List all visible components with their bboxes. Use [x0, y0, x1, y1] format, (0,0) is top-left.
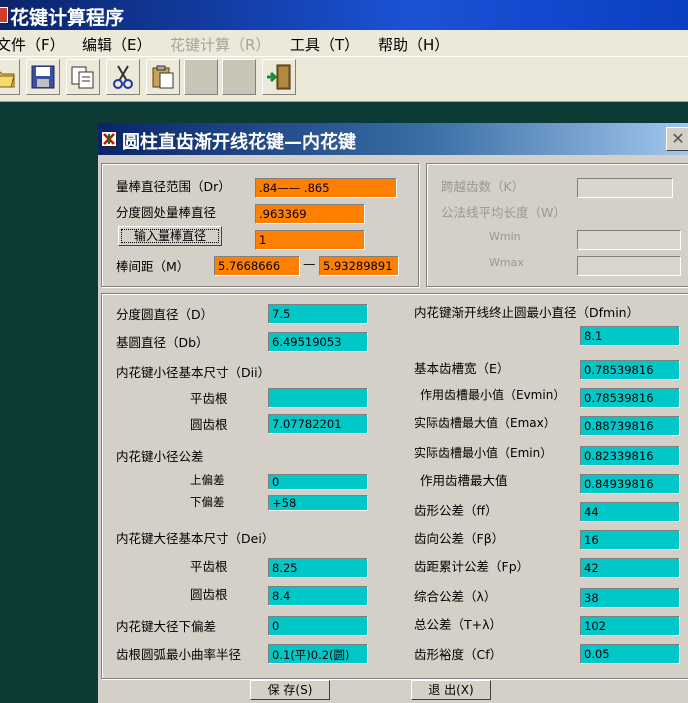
rod-spacing-max-field[interactable]: 5.93289891	[319, 256, 399, 276]
actual-space-max-field[interactable]: 0.88739816	[580, 416, 680, 436]
input-rod-diameter-button[interactable]: 输入量棒直径	[118, 226, 222, 246]
save-button[interactable]	[26, 59, 60, 95]
copy-icon	[71, 66, 94, 89]
major-round-root-label: 圆齿根	[190, 587, 228, 602]
menu-spline-calc[interactable]: 花键计算（R）	[170, 34, 270, 55]
pitch-diameter-label: 分度圆直径（D）	[116, 307, 214, 322]
cumulative-pitch-tolerance-field[interactable]: 42	[580, 558, 680, 578]
pitch-rod-diameter-field[interactable]: .963369	[255, 204, 365, 224]
close-icon: ✕	[671, 129, 685, 148]
menu-file[interactable]: 文件（F）	[0, 34, 65, 55]
toolbar-blank-button-2[interactable]	[222, 59, 256, 95]
common-normal-group: 跨越齿数（K） 公法线平均长度（W） Wmin Wmax	[426, 163, 688, 287]
close-button[interactable]: ✕	[666, 127, 688, 151]
save-dialog-button[interactable]: 保 存(S)	[250, 680, 330, 700]
parameter-group: 分度圆直径（D） 7.5 基圆直径（Db） 6.49519053 内花键小径基本…	[101, 293, 688, 679]
profile-margin-label: 齿形裕度（Cf）	[414, 647, 503, 662]
profile-tolerance-field[interactable]: 44	[580, 502, 680, 522]
open-folder-icon	[0, 71, 15, 88]
spline-dialog: 圆柱直齿渐开线花键—内花键 ✕ 量棒直径范围（Dr） .84—— .865 分度…	[98, 123, 688, 703]
minor-flat-root-label: 平齿根	[190, 391, 228, 406]
fillet-radius-field[interactable]: 0.1(平)0.2(圆)	[268, 644, 368, 664]
dialog-titlebar[interactable]: 圆柱直齿渐开线花键—内花键 ✕	[98, 123, 688, 155]
total-tolerance-label: 总公差（T+λ）	[414, 617, 503, 632]
minor-tolerance-label: 内花键小径公差	[116, 449, 204, 464]
effective-space-max-label: 作用齿槽最大值	[420, 473, 508, 488]
upper-deviation-label: 上偏差	[190, 473, 225, 487]
effective-space-max-field[interactable]: 0.84939816	[580, 474, 680, 494]
exit-dialog-button[interactable]: 退 出(X)	[411, 680, 491, 700]
menu-tools[interactable]: 工具（T）	[290, 34, 359, 55]
lower-deviation-label: 下偏差	[190, 495, 225, 509]
open-folder-button[interactable]	[0, 59, 20, 95]
involute-end-diameter-field[interactable]: 8.1	[580, 326, 680, 346]
basic-space-width-label: 基本齿槽宽（E）	[414, 361, 510, 376]
exit-door-icon	[267, 64, 291, 90]
lower-deviation-field[interactable]: +58	[268, 495, 368, 511]
wmin-label: Wmin	[489, 230, 521, 243]
profile-tolerance-label: 齿形公差（ff）	[414, 503, 498, 518]
paste-button[interactable]	[146, 59, 180, 95]
rod-diameter-range-field[interactable]: .84—— .865	[255, 178, 397, 198]
major-basic-label: 内花键大径基本尺寸（Dei）	[116, 531, 275, 546]
actual-space-max-label: 实际齿槽最大值（Emax）	[414, 416, 556, 430]
app-titlebar[interactable]: 花键计算程序	[0, 0, 688, 30]
cut-icon	[113, 65, 133, 89]
minor-round-root-field[interactable]: 7.07782201	[268, 414, 368, 434]
profile-margin-field[interactable]: 0.05	[580, 644, 680, 664]
minor-basic-label: 内花键小径基本尺寸（Dii）	[116, 365, 271, 380]
major-flat-root-label: 平齿根	[190, 559, 228, 574]
involute-end-diameter-label: 内花键渐开线终止圆最小直径（Dfmin）	[414, 305, 640, 320]
major-flat-root-field[interactable]: 8.25	[268, 558, 368, 578]
normal-length-label: 公法线平均长度（W）	[441, 205, 566, 220]
dialog-title: 圆柱直齿渐开线花键—内花键	[122, 132, 356, 153]
copy-button[interactable]	[66, 59, 100, 95]
minor-round-root-label: 圆齿根	[190, 417, 228, 432]
composite-tolerance-field[interactable]: 38	[580, 588, 680, 608]
span-teeth-label: 跨越齿数（K）	[441, 179, 525, 194]
minor-flat-root-field[interactable]	[268, 388, 368, 408]
cut-button[interactable]	[106, 59, 140, 95]
input-rod-diameter-field[interactable]: 1	[255, 230, 365, 250]
major-lower-deviation-field[interactable]: 0	[268, 616, 368, 636]
pitch-rod-diameter-label: 分度圆处量棒直径	[116, 205, 217, 220]
menu-help[interactable]: 帮助（H）	[378, 34, 449, 55]
rod-spacing-min-field[interactable]: 5.7668666	[214, 256, 300, 276]
base-diameter-field[interactable]: 6.49519053	[268, 332, 368, 352]
composite-tolerance-label: 综合公差（λ）	[414, 589, 497, 604]
menu-bar: 文件（F） 编辑（E） 花键计算（R） 工具（T） 帮助（H）	[0, 30, 688, 56]
lead-tolerance-field[interactable]: 16	[580, 530, 680, 550]
wmax-label: Wmax	[489, 256, 524, 269]
major-round-root-field[interactable]: 8.4	[268, 586, 368, 606]
paste-icon	[152, 65, 174, 89]
cumulative-pitch-tolerance-label: 齿距累计公差（Fp）	[414, 559, 530, 574]
upper-deviation-field[interactable]: 0	[268, 474, 368, 490]
base-diameter-label: 基圆直径（Db）	[116, 335, 209, 350]
major-lower-deviation-label: 内花键大径下偏差	[116, 619, 217, 634]
app-icon	[0, 7, 8, 23]
dialog-icon	[101, 131, 117, 147]
basic-space-width-field[interactable]: 0.78539816	[580, 360, 680, 380]
rod-spacing-dash: —	[303, 256, 316, 271]
lead-tolerance-label: 齿向公差（Fβ）	[414, 531, 505, 546]
menu-edit[interactable]: 编辑（E）	[82, 34, 151, 55]
rod-measure-group: 量棒直径范围（Dr） .84—— .865 分度圆处量棒直径 .963369 输…	[101, 163, 419, 287]
actual-space-min-field[interactable]: 0.82339816	[580, 446, 680, 466]
rod-diameter-range-label: 量棒直径范围（Dr）	[116, 179, 231, 194]
toolbar-blank-button-1[interactable]	[184, 59, 218, 95]
effective-space-min-field[interactable]: 0.78539816	[580, 388, 680, 408]
rod-spacing-label: 棒间距（M）	[116, 259, 190, 274]
total-tolerance-field[interactable]: 102	[580, 616, 680, 636]
wmax-field[interactable]	[577, 256, 681, 276]
toolbar	[0, 56, 688, 102]
exit-button[interactable]	[262, 59, 296, 95]
effective-space-min-label: 作用齿槽最小值（Evmin）	[420, 388, 566, 402]
span-teeth-field[interactable]	[577, 178, 673, 198]
actual-space-min-label: 实际齿槽最小值（Emin）	[414, 446, 553, 460]
fillet-radius-label: 齿根圆弧最小曲率半径	[116, 647, 242, 662]
save-icon	[31, 65, 55, 89]
wmin-field[interactable]	[577, 230, 681, 250]
pitch-diameter-field[interactable]: 7.5	[268, 304, 368, 324]
app-title: 花键计算程序	[10, 7, 125, 29]
